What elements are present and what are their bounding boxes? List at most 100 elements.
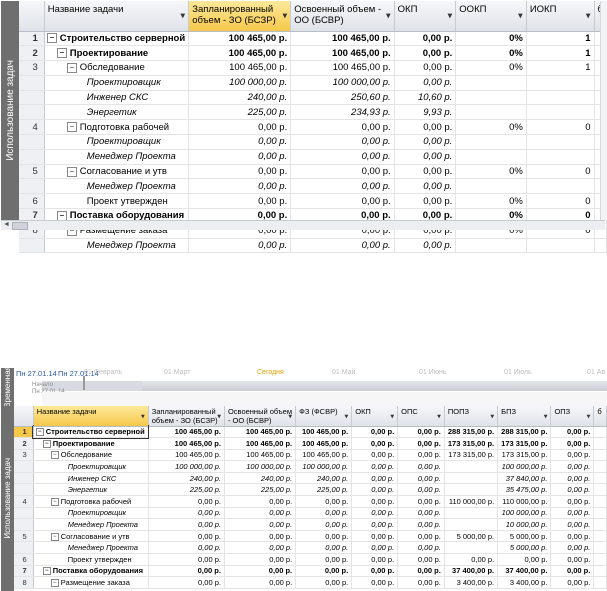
earned-value-cell[interactable]: 100 465,00 р.: [290, 60, 395, 76]
okp-cell[interactable]: 10,60 р.: [394, 90, 457, 106]
opz-cell[interactable]: 0,00 р.: [550, 472, 595, 485]
planned-value-cell[interactable]: 0,00 р.: [148, 553, 225, 566]
bpz-cell[interactable]: 5 000,00 р.: [497, 530, 552, 543]
chevron-down-icon[interactable]: ▾: [390, 411, 394, 420]
actual-cost-cell[interactable]: 240,00 р.: [295, 472, 353, 485]
actual-cost-cell[interactable]: 0,00 р.: [295, 553, 353, 566]
task-name-cell[interactable]: Проект утвержден: [44, 193, 190, 210]
ookp-cell[interactable]: [455, 104, 527, 121]
task-name-cell[interactable]: Проектировщик: [44, 75, 190, 91]
column-header-bpz[interactable]: БПЗ ▾: [497, 406, 552, 427]
okp-cell[interactable]: 0,00 р.: [394, 193, 457, 210]
table-row[interactable]: Инженер СКС 240,00 р. 240,00 р. 240,00 р. 0,…: [14, 472, 607, 485]
collapse-icon[interactable]: −: [66, 122, 77, 133]
actual-cost-cell[interactable]: 100 000,00 р.: [295, 460, 353, 473]
scroll-left-icon[interactable]: ◄: [3, 221, 10, 228]
okp-cell[interactable]: 0,00 р.: [351, 483, 399, 497]
column-header-earned-value[interactable]: Освоенный объем - ОО (БСВР) ▾: [224, 406, 297, 427]
okp-cell[interactable]: 0,00 р.: [351, 472, 399, 485]
iokp-cell[interactable]: 1: [526, 60, 595, 76]
ookp-cell[interactable]: 0%: [455, 164, 527, 180]
table-row[interactable]: 2− Проектирование 100 465,00 р. 100 465,00 …: [14, 437, 607, 450]
popz-cell[interactable]: [444, 518, 499, 531]
planned-value-cell[interactable]: 100 465,00 р.: [148, 437, 225, 450]
opz-cell[interactable]: 0,00 р.: [550, 426, 595, 439]
actual-cost-cell[interactable]: 100 465,00 р.: [295, 437, 353, 450]
row-number[interactable]: 5: [14, 530, 34, 543]
planned-value-cell[interactable]: 0,00 р.: [188, 238, 292, 254]
okp-cell[interactable]: 0,00 р.: [394, 45, 457, 62]
earned-value-cell[interactable]: 0,00 р.: [224, 518, 297, 531]
task-name-cell[interactable]: Менеджер Проекта: [33, 518, 149, 531]
planned-value-cell[interactable]: 100 465,00 р.: [148, 426, 225, 439]
actual-cost-cell[interactable]: 0,00 р.: [295, 507, 353, 520]
opz-cell[interactable]: 0,00 р.: [550, 460, 595, 473]
column-header-ookp[interactable]: ООКП ▾: [455, 1, 527, 32]
table-row[interactable]: 6 Проект утвержден 0,00 р. 0,00 р. 0,00 р. 0%…: [19, 193, 607, 210]
column-header-popz[interactable]: ПОПЗ ▾: [444, 406, 499, 427]
table-row[interactable]: 1− Строительство серверной 100 465,00 р. 10…: [19, 31, 607, 47]
collapse-icon[interactable]: −: [66, 166, 77, 177]
partial-cell[interactable]: [593, 553, 607, 566]
table-row[interactable]: Проектировщик 0,00 р. 0,00 р. 0,00 р.: [19, 134, 607, 150]
bpz-cell[interactable]: 35 475,00 р.: [497, 483, 552, 497]
row-number[interactable]: [14, 472, 34, 485]
table-row[interactable]: 1− Строительство серверной 100 465,00 р. 10…: [14, 425, 607, 439]
popz-cell[interactable]: [444, 472, 499, 485]
opz-cell[interactable]: 0,00 р.: [550, 437, 595, 450]
row-number[interactable]: [19, 178, 45, 195]
actual-cost-cell[interactable]: 0,00 р.: [295, 565, 353, 578]
table-row[interactable]: Проектировщик 0,00 р. 0,00 р. 0,00 р. 0,00 р…: [14, 507, 607, 520]
task-name-cell[interactable]: Энергетик: [33, 483, 149, 497]
earned-value-cell[interactable]: 0,00 р.: [290, 119, 395, 136]
iokp-cell[interactable]: [526, 238, 595, 254]
ops-cell[interactable]: 0,00 р.: [397, 541, 445, 555]
ops-cell[interactable]: 0,00 р.: [397, 495, 445, 508]
earned-value-cell[interactable]: 0,00 р.: [224, 553, 297, 566]
table-row[interactable]: Менеджер Проекта 0,00 р. 0,00 р. 0,00 р.: [19, 149, 607, 165]
row-number[interactable]: 2: [19, 45, 45, 62]
earned-value-cell[interactable]: 0,00 р.: [224, 541, 297, 555]
earned-value-cell[interactable]: 100 465,00 р.: [290, 45, 395, 62]
collapse-icon[interactable]: −: [42, 567, 51, 576]
table-row[interactable]: 5− Согласование и утв 0,00 р. 0,00 р. 0,00 р…: [19, 164, 607, 180]
row-number[interactable]: [14, 541, 34, 555]
earned-value-cell[interactable]: 0,00 р.: [290, 164, 395, 180]
planned-value-cell[interactable]: 0,00 р.: [148, 495, 225, 508]
row-number[interactable]: 2: [14, 437, 34, 450]
chevron-down-icon[interactable]: ▾: [282, 10, 287, 21]
chevron-down-icon[interactable]: ▾: [386, 10, 391, 21]
planned-value-cell[interactable]: 0,00 р.: [188, 119, 292, 136]
table-row[interactable]: 6 Проект утвержден 0,00 р. 0,00 р. 0,00 р. 0,…: [14, 553, 607, 566]
earned-value-cell[interactable]: 0,00 р.: [290, 193, 395, 210]
table-row[interactable]: 5− Согласование и утв 0,00 р. 0,00 р. 0,00 р…: [14, 530, 607, 543]
bpz-cell[interactable]: 10 000,00 р.: [497, 518, 552, 531]
opz-cell[interactable]: 0,00 р.: [550, 507, 595, 520]
planned-value-cell[interactable]: 240,00 р.: [148, 472, 225, 485]
opz-cell[interactable]: 0,00 р.: [550, 449, 595, 462]
ops-cell[interactable]: 0,00 р.: [397, 507, 445, 520]
popz-cell[interactable]: 110 000,00 р.: [444, 495, 499, 508]
popz-cell[interactable]: [444, 507, 499, 520]
ops-cell[interactable]: 0,00 р.: [397, 437, 445, 450]
iokp-cell[interactable]: [526, 134, 595, 150]
earned-value-cell[interactable]: 240,00 р.: [224, 472, 297, 485]
partial-cell[interactable]: [593, 576, 607, 589]
planned-value-cell[interactable]: 225,00 р.: [148, 483, 225, 497]
task-name-cell[interactable]: Энергетик: [44, 104, 190, 121]
table-row[interactable]: Энергетик 225,00 р. 225,00 р. 225,00 р. 0,00…: [14, 483, 607, 497]
row-number[interactable]: [19, 75, 45, 91]
collapse-icon[interactable]: −: [66, 62, 77, 73]
earned-value-cell[interactable]: 0,00 р.: [224, 576, 297, 589]
select-all-corner[interactable]: [19, 1, 45, 32]
row-number[interactable]: [14, 460, 34, 473]
popz-cell[interactable]: [444, 541, 499, 555]
earned-value-cell[interactable]: 0,00 р.: [290, 238, 395, 254]
planned-value-cell[interactable]: 100 465,00 р.: [188, 60, 292, 76]
task-name-cell[interactable]: − Обследование: [33, 449, 149, 462]
iokp-cell[interactable]: 0: [526, 119, 595, 136]
row-number[interactable]: 7: [14, 565, 34, 578]
partial-cell[interactable]: [593, 426, 607, 439]
partial-cell[interactable]: [593, 565, 607, 578]
table-row[interactable]: Проектировщик 100 000,00 р. 100 000,00 р. 0…: [19, 75, 607, 91]
